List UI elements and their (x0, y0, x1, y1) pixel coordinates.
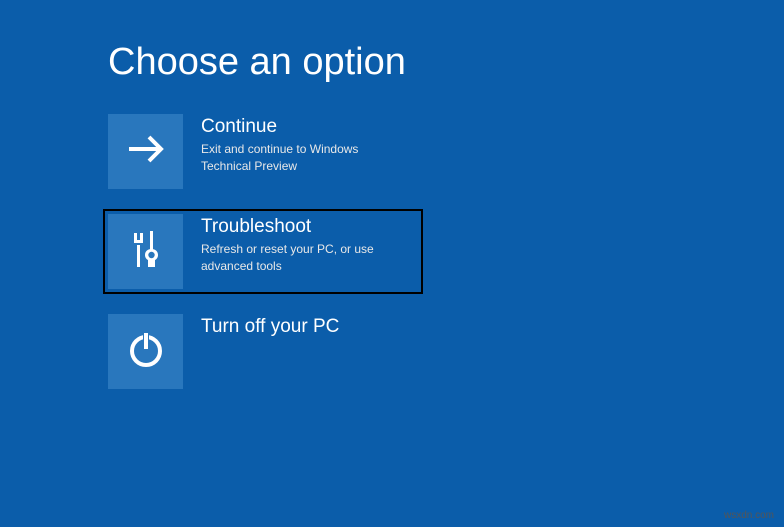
turnoff-tile (108, 314, 183, 389)
continue-desc: Exit and continue to Windows Technical P… (201, 141, 411, 175)
turnoff-text: Turn off your PC (201, 314, 339, 341)
troubleshoot-desc: Refresh or reset your PC, or use advance… (201, 241, 411, 275)
turnoff-title: Turn off your PC (201, 316, 339, 338)
watermark: wsxdn.com (724, 510, 774, 521)
troubleshoot-option[interactable]: Troubleshoot Refresh or reset your PC, o… (108, 214, 418, 289)
turnoff-option[interactable]: Turn off your PC (108, 314, 418, 389)
tools-icon (126, 227, 166, 276)
page-title: Choose an option (108, 41, 784, 84)
continue-text: Continue Exit and continue to Windows Te… (201, 114, 411, 175)
troubleshoot-text: Troubleshoot Refresh or reset your PC, o… (201, 214, 411, 275)
troubleshoot-tile (108, 214, 183, 289)
troubleshoot-title: Troubleshoot (201, 216, 411, 238)
power-icon (125, 328, 167, 375)
recovery-options-screen: Choose an option Continue Exit and conti… (0, 0, 784, 389)
continue-option[interactable]: Continue Exit and continue to Windows Te… (108, 114, 418, 189)
continue-title: Continue (201, 116, 411, 138)
arrow-right-icon (123, 126, 169, 177)
continue-tile (108, 114, 183, 189)
